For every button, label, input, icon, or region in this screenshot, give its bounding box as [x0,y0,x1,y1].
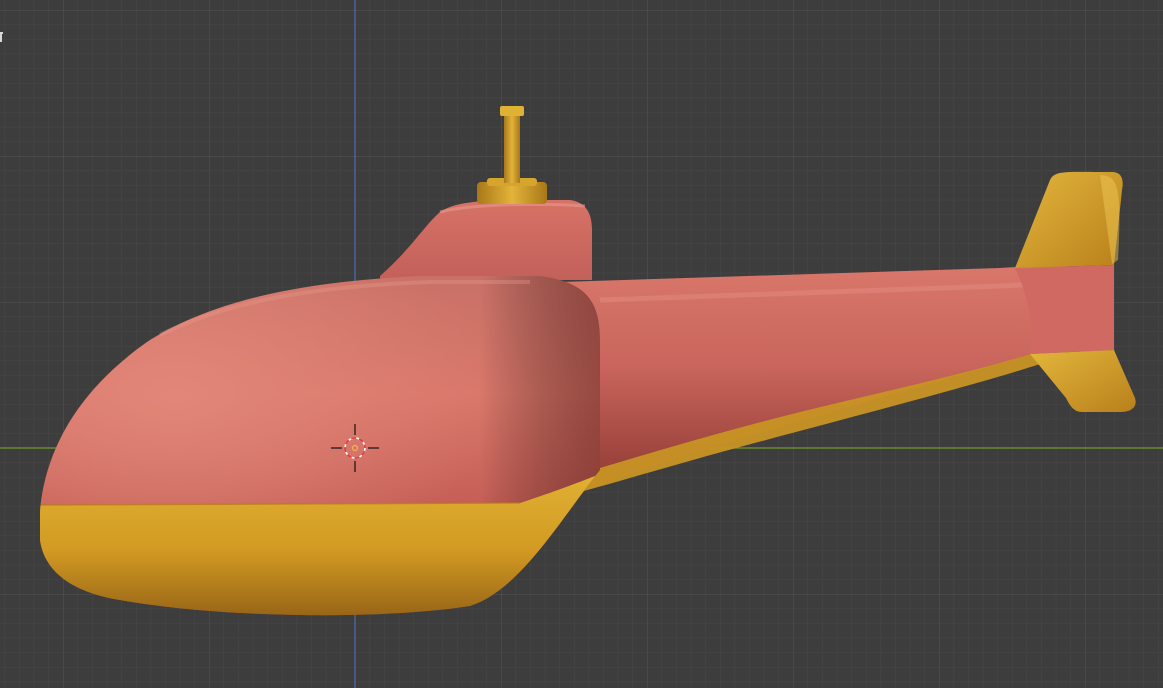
viewport-canvas[interactable] [0,0,1163,688]
3d-viewport[interactable] [0,0,1163,688]
viewport-corner-marker [0,32,3,42]
